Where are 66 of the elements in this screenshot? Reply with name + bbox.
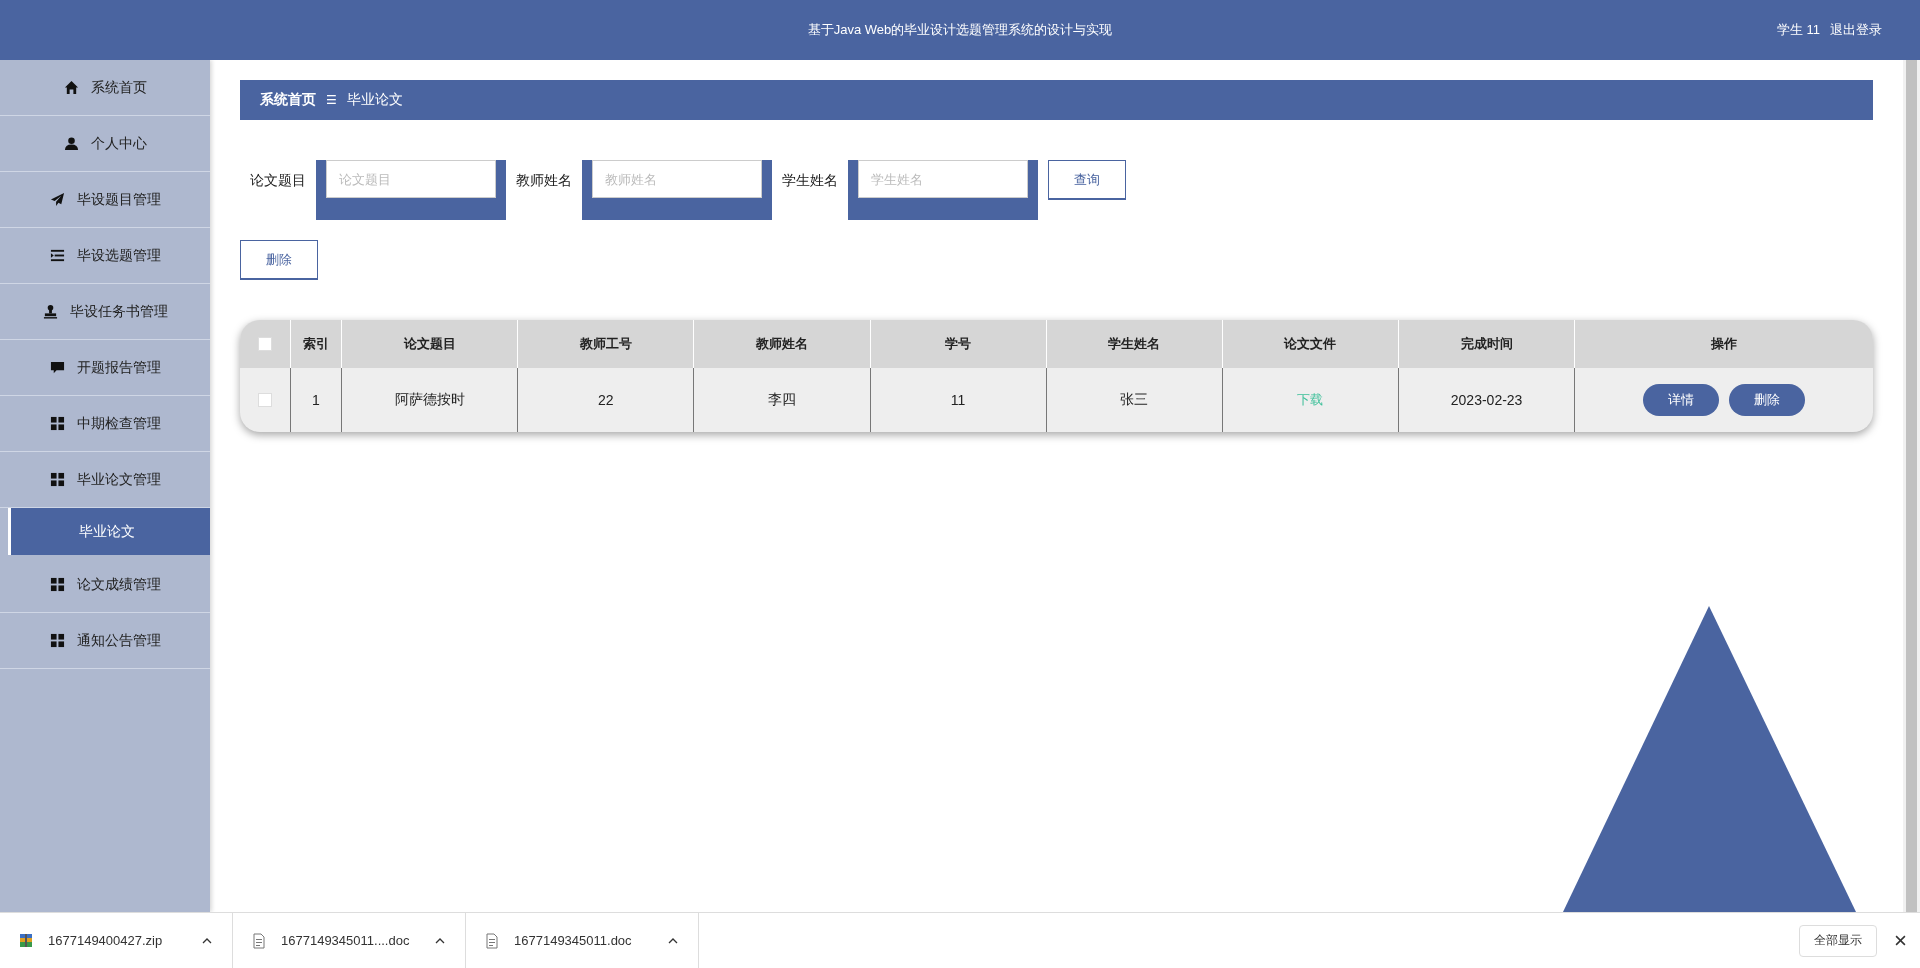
download-file-name[interactable]: 1677149345011....doc [281,933,421,948]
grid-icon [49,416,65,431]
breadcrumb-current: 毕业论文 [346,91,403,109]
sidebar-item[interactable]: 中期检查管理 [0,396,210,452]
show-all-button[interactable]: 全部显示 [1799,924,1877,957]
row-checkbox[interactable] [258,393,272,407]
caret-up-icon[interactable] [668,937,678,944]
grid-icon [49,472,65,487]
caret-up-icon[interactable] [202,937,212,944]
table-cell: 李四 [694,368,871,432]
action-button[interactable]: 删除 [1729,384,1806,416]
select-all-checkbox[interactable] [258,337,272,351]
input-field[interactable]: 教师姓名 [582,160,772,220]
breadcrumb-home-link[interactable]: 系统首页 [260,91,316,109]
column-header: 完成时间 [1399,320,1576,368]
user-icon [63,136,79,151]
breadcrumb-separator: ☰ [326,93,337,107]
sidebar-item[interactable]: 通知公告管理 [0,613,210,669]
table-cell: 2023-02-23 [1399,368,1576,432]
paper-plane-icon [49,192,65,207]
document-icon [484,932,500,949]
stamp-icon [42,304,58,319]
field-label: 学生姓名 [782,171,838,190]
sidebar-item[interactable]: 毕设任务书管理 [0,284,210,340]
column-header: 操作 [1710,335,1739,353]
field-label: 教师姓名 [516,171,572,190]
search-button[interactable]: 查询 [1048,160,1126,200]
caret-up-icon[interactable] [435,937,445,944]
comment-icon [49,360,65,375]
input-field[interactable]: 论文题目 [316,160,506,220]
table-cell: 张三 [1046,368,1223,432]
table-cell: 阿萨德按时 [342,368,519,432]
input-field[interactable]: 学生姓名 [848,160,1038,220]
sidebar-item[interactable]: 毕设选题管理 [0,228,210,284]
action-button[interactable]: 详情 [1643,384,1720,416]
table-cell: 22 [518,368,695,432]
column-header: 论文文件 [1222,320,1400,368]
column-header: 教师工号 [518,320,695,368]
delete-button[interactable]: 删除 [240,240,318,280]
user-name: 学生 11 [1776,21,1820,39]
column-header: 学号 [870,320,1047,368]
column-header: 学生姓名 [1046,320,1223,368]
download-file-name[interactable]: 1677149400427.zip [48,933,188,948]
system-title: 基于Java Web的毕业设计选题管理系统的设计与实现 [807,21,1113,39]
scrollbar[interactable] [1903,60,1920,912]
table-cell: 11 [870,368,1047,432]
close-icon[interactable] [1895,935,1906,946]
sidebar-item[interactable]: 个人中心 [0,116,210,172]
list-icon [49,248,65,263]
column-header: 论文题目 [342,320,519,368]
document-icon [251,932,267,949]
home-icon [63,80,79,95]
grid-icon [49,633,65,648]
archive-icon [18,932,34,949]
grid-icon [49,577,65,592]
field-label: 论文题目 [250,171,306,190]
logout-link[interactable]: 退出登录 [1830,21,1882,39]
column-header: 教师姓名 [694,320,871,368]
column-header: 索引 [291,320,342,368]
table-cell: 1 [291,368,342,432]
sidebar-item[interactable]: 毕设题目管理 [0,172,210,228]
sidebar-subitem[interactable]: 毕业论文 [8,508,210,555]
sidebar-item[interactable]: 论文成绩管理 [0,557,210,613]
sidebar-item[interactable]: 系统首页 [0,60,210,116]
sidebar-item[interactable]: 开题报告管理 [0,340,210,396]
download-file-name[interactable]: 1677149345011.doc [514,933,654,948]
